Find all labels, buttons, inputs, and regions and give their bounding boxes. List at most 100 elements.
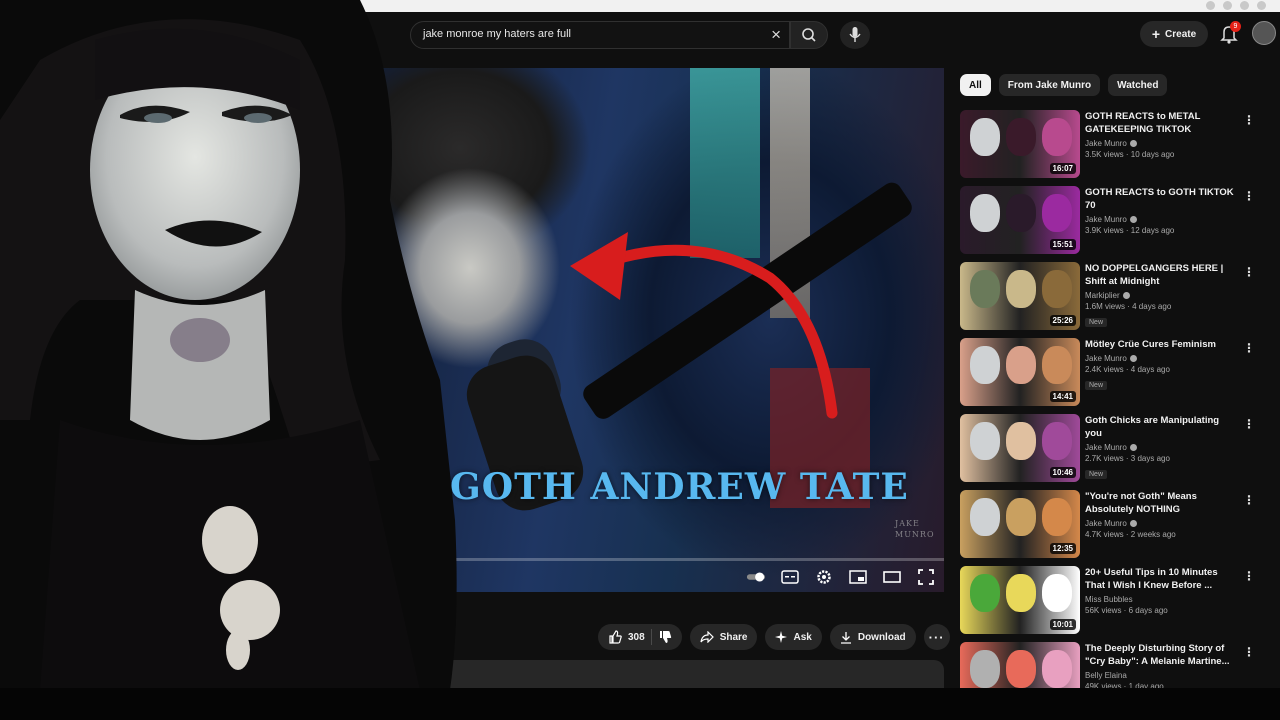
channel-name[interactable]: Jake Munro bbox=[1085, 354, 1127, 363]
more-vertical-icon[interactable]: ⋮ bbox=[1243, 492, 1255, 508]
video-thumbnail[interactable]: 25:26 bbox=[960, 262, 1080, 330]
fullscreen-icon bbox=[918, 569, 934, 585]
miniplayer-button[interactable] bbox=[848, 568, 868, 586]
more-vertical-icon[interactable]: ⋮ bbox=[1243, 188, 1255, 204]
video-thumbnail[interactable]: 10:01 bbox=[960, 566, 1080, 634]
share-button[interactable]: Share bbox=[689, 624, 758, 650]
thumbnail-face bbox=[1042, 498, 1072, 536]
verified-icon bbox=[1129, 444, 1137, 451]
chip-from-channel[interactable]: From Jake Munro bbox=[998, 74, 1101, 96]
channel-name[interactable]: Miss Bubbles bbox=[1085, 595, 1133, 604]
recommendation-item[interactable]: 14:41 Mötley Crüe Cures Feminism Jake Mu… bbox=[960, 336, 1260, 408]
channel-name[interactable]: Markiplier bbox=[1085, 291, 1120, 300]
more-vertical-icon[interactable]: ⋮ bbox=[1243, 644, 1255, 660]
view-stats: 2.7K views · 3 days ago bbox=[1085, 454, 1170, 463]
thumbs-down-icon[interactable] bbox=[658, 630, 672, 644]
video-title[interactable]: GOTH REACTS to GOTH TIKTOK 70 bbox=[1085, 186, 1235, 212]
like-dislike-group[interactable]: 308 bbox=[598, 624, 682, 650]
verified-icon bbox=[1129, 140, 1137, 147]
recommendation-item[interactable]: 12:35 "You're not Goth" Means Absolutely… bbox=[960, 488, 1260, 560]
video-thumbnail[interactable]: 16:07 bbox=[960, 110, 1080, 178]
watermark-line: MUNRO bbox=[895, 530, 935, 539]
video-thumbnail[interactable]: 10:46 bbox=[960, 414, 1080, 482]
video-title[interactable]: Goth Chicks are Manipulating you bbox=[1085, 414, 1235, 440]
search-input[interactable]: jake monroe my haters are full × bbox=[410, 21, 790, 49]
video-meta: Mötley Crüe Cures Feminism Jake Munro 2.… bbox=[1085, 338, 1235, 392]
channel-watermark: JAKE MUNRO bbox=[895, 518, 935, 540]
recommendation-item[interactable]: 16:07 GOTH REACTS to METAL GATEKEEPING T… bbox=[960, 108, 1260, 180]
channel-name-row: Markiplier bbox=[1085, 291, 1235, 300]
duration-badge: 25:26 bbox=[1049, 315, 1076, 326]
create-button[interactable]: + Create bbox=[1140, 21, 1208, 47]
duration-badge: 15:51 bbox=[1049, 239, 1076, 250]
thumbnail-face bbox=[1042, 194, 1072, 232]
clear-search-icon[interactable]: × bbox=[771, 25, 781, 45]
channel-name[interactable]: Jake Munro bbox=[1085, 443, 1127, 452]
channel-name[interactable]: Belly Elaina bbox=[1085, 671, 1127, 680]
video-title[interactable]: GOTH REACTS to METAL GATEKEEPING TIKTOK bbox=[1085, 110, 1235, 136]
recommendation-item[interactable]: 15:51 GOTH REACTS to GOTH TIKTOK 70 Jake… bbox=[960, 184, 1260, 256]
voice-search-button[interactable] bbox=[840, 21, 870, 49]
share-icon bbox=[700, 631, 714, 643]
watermark-line: JAKE bbox=[895, 519, 920, 528]
plus-icon: + bbox=[1151, 26, 1161, 42]
video-title[interactable]: "You're not Goth" Means Absolutely NOTHI… bbox=[1085, 490, 1235, 516]
more-vertical-icon[interactable]: ⋮ bbox=[1243, 568, 1255, 584]
recommendation-item[interactable]: 10:01 20+ Useful Tips in 10 Minutes That… bbox=[960, 564, 1260, 636]
autoplay-icon bbox=[746, 572, 766, 582]
chip-watched[interactable]: Watched bbox=[1108, 74, 1168, 96]
channel-name[interactable]: Jake Munro bbox=[1085, 519, 1127, 528]
video-title[interactable]: Mötley Crüe Cures Feminism bbox=[1085, 338, 1235, 351]
video-thumbnail[interactable]: 14:41 bbox=[960, 338, 1080, 406]
video-thumbnail[interactable]: 15:51 bbox=[960, 186, 1080, 254]
recommendation-filter-chips: All From Jake Munro Watched bbox=[960, 74, 1168, 96]
ask-button[interactable]: Ask bbox=[765, 624, 822, 650]
channel-name[interactable]: Jake Munro bbox=[1085, 139, 1127, 148]
download-button[interactable]: Download bbox=[829, 624, 916, 650]
more-actions-button[interactable]: ··· bbox=[923, 624, 950, 650]
video-thumbnail[interactable]: 12:35 bbox=[960, 490, 1080, 558]
recommendation-item[interactable]: 25:26 NO DOPPELGANGERS HERE | Shift at M… bbox=[960, 260, 1260, 332]
window-button[interactable] bbox=[1257, 1, 1266, 10]
thumbnail-face bbox=[1006, 650, 1036, 688]
settings-button[interactable] bbox=[814, 568, 834, 586]
recommendation-item[interactable]: 10:46 Goth Chicks are Manipulating you J… bbox=[960, 412, 1260, 484]
channel-name-row: Jake Munro bbox=[1085, 354, 1235, 363]
video-meta: GOTH REACTS to GOTH TIKTOK 70 Jake Munro… bbox=[1085, 186, 1235, 235]
thumbnail-face bbox=[1042, 346, 1072, 384]
video-title[interactable]: 20+ Useful Tips in 10 Minutes That I Wis… bbox=[1085, 566, 1235, 592]
more-vertical-icon[interactable]: ⋮ bbox=[1243, 340, 1255, 356]
account-avatar[interactable] bbox=[1252, 21, 1276, 45]
more-vertical-icon[interactable]: ⋮ bbox=[1243, 416, 1255, 432]
search-button[interactable] bbox=[790, 21, 828, 49]
thumbnail-face bbox=[1006, 118, 1036, 156]
autoplay-toggle[interactable] bbox=[746, 568, 766, 586]
window-button[interactable] bbox=[1240, 1, 1249, 10]
verified-icon bbox=[1129, 355, 1137, 362]
channel-name[interactable]: Jake Munro bbox=[1085, 215, 1127, 224]
new-badge: New bbox=[1085, 318, 1108, 327]
window-button[interactable] bbox=[1223, 1, 1232, 10]
thumbnail-face bbox=[970, 346, 1000, 384]
video-actions: 308 Share Ask Download ··· bbox=[598, 624, 950, 650]
fullscreen-button[interactable] bbox=[916, 568, 936, 586]
search-icon bbox=[802, 28, 816, 42]
more-vertical-icon[interactable]: ⋮ bbox=[1243, 264, 1255, 280]
player-controls bbox=[746, 568, 936, 586]
more-vertical-icon[interactable]: ⋮ bbox=[1243, 112, 1255, 128]
thumbnail-face bbox=[1042, 574, 1072, 612]
notification-badge: 9 bbox=[1230, 21, 1241, 32]
video-title[interactable]: NO DOPPELGANGERS HERE | Shift at Midnigh… bbox=[1085, 262, 1235, 288]
theater-icon bbox=[883, 571, 901, 583]
video-title[interactable]: The Deeply Disturbing Story of "Cry Baby… bbox=[1085, 642, 1235, 668]
thumbnail-face bbox=[970, 650, 1000, 688]
divider bbox=[650, 629, 652, 645]
subtitles-button[interactable] bbox=[780, 568, 800, 586]
theater-mode-button[interactable] bbox=[882, 568, 902, 586]
window-button[interactable] bbox=[1206, 1, 1215, 10]
thumbnail-face bbox=[1042, 422, 1072, 460]
channel-name-row: Belly Elaina bbox=[1085, 671, 1235, 680]
chip-all[interactable]: All bbox=[960, 74, 991, 96]
channel-name-row: Jake Munro bbox=[1085, 215, 1235, 224]
thumbs-up-icon bbox=[609, 630, 622, 644]
